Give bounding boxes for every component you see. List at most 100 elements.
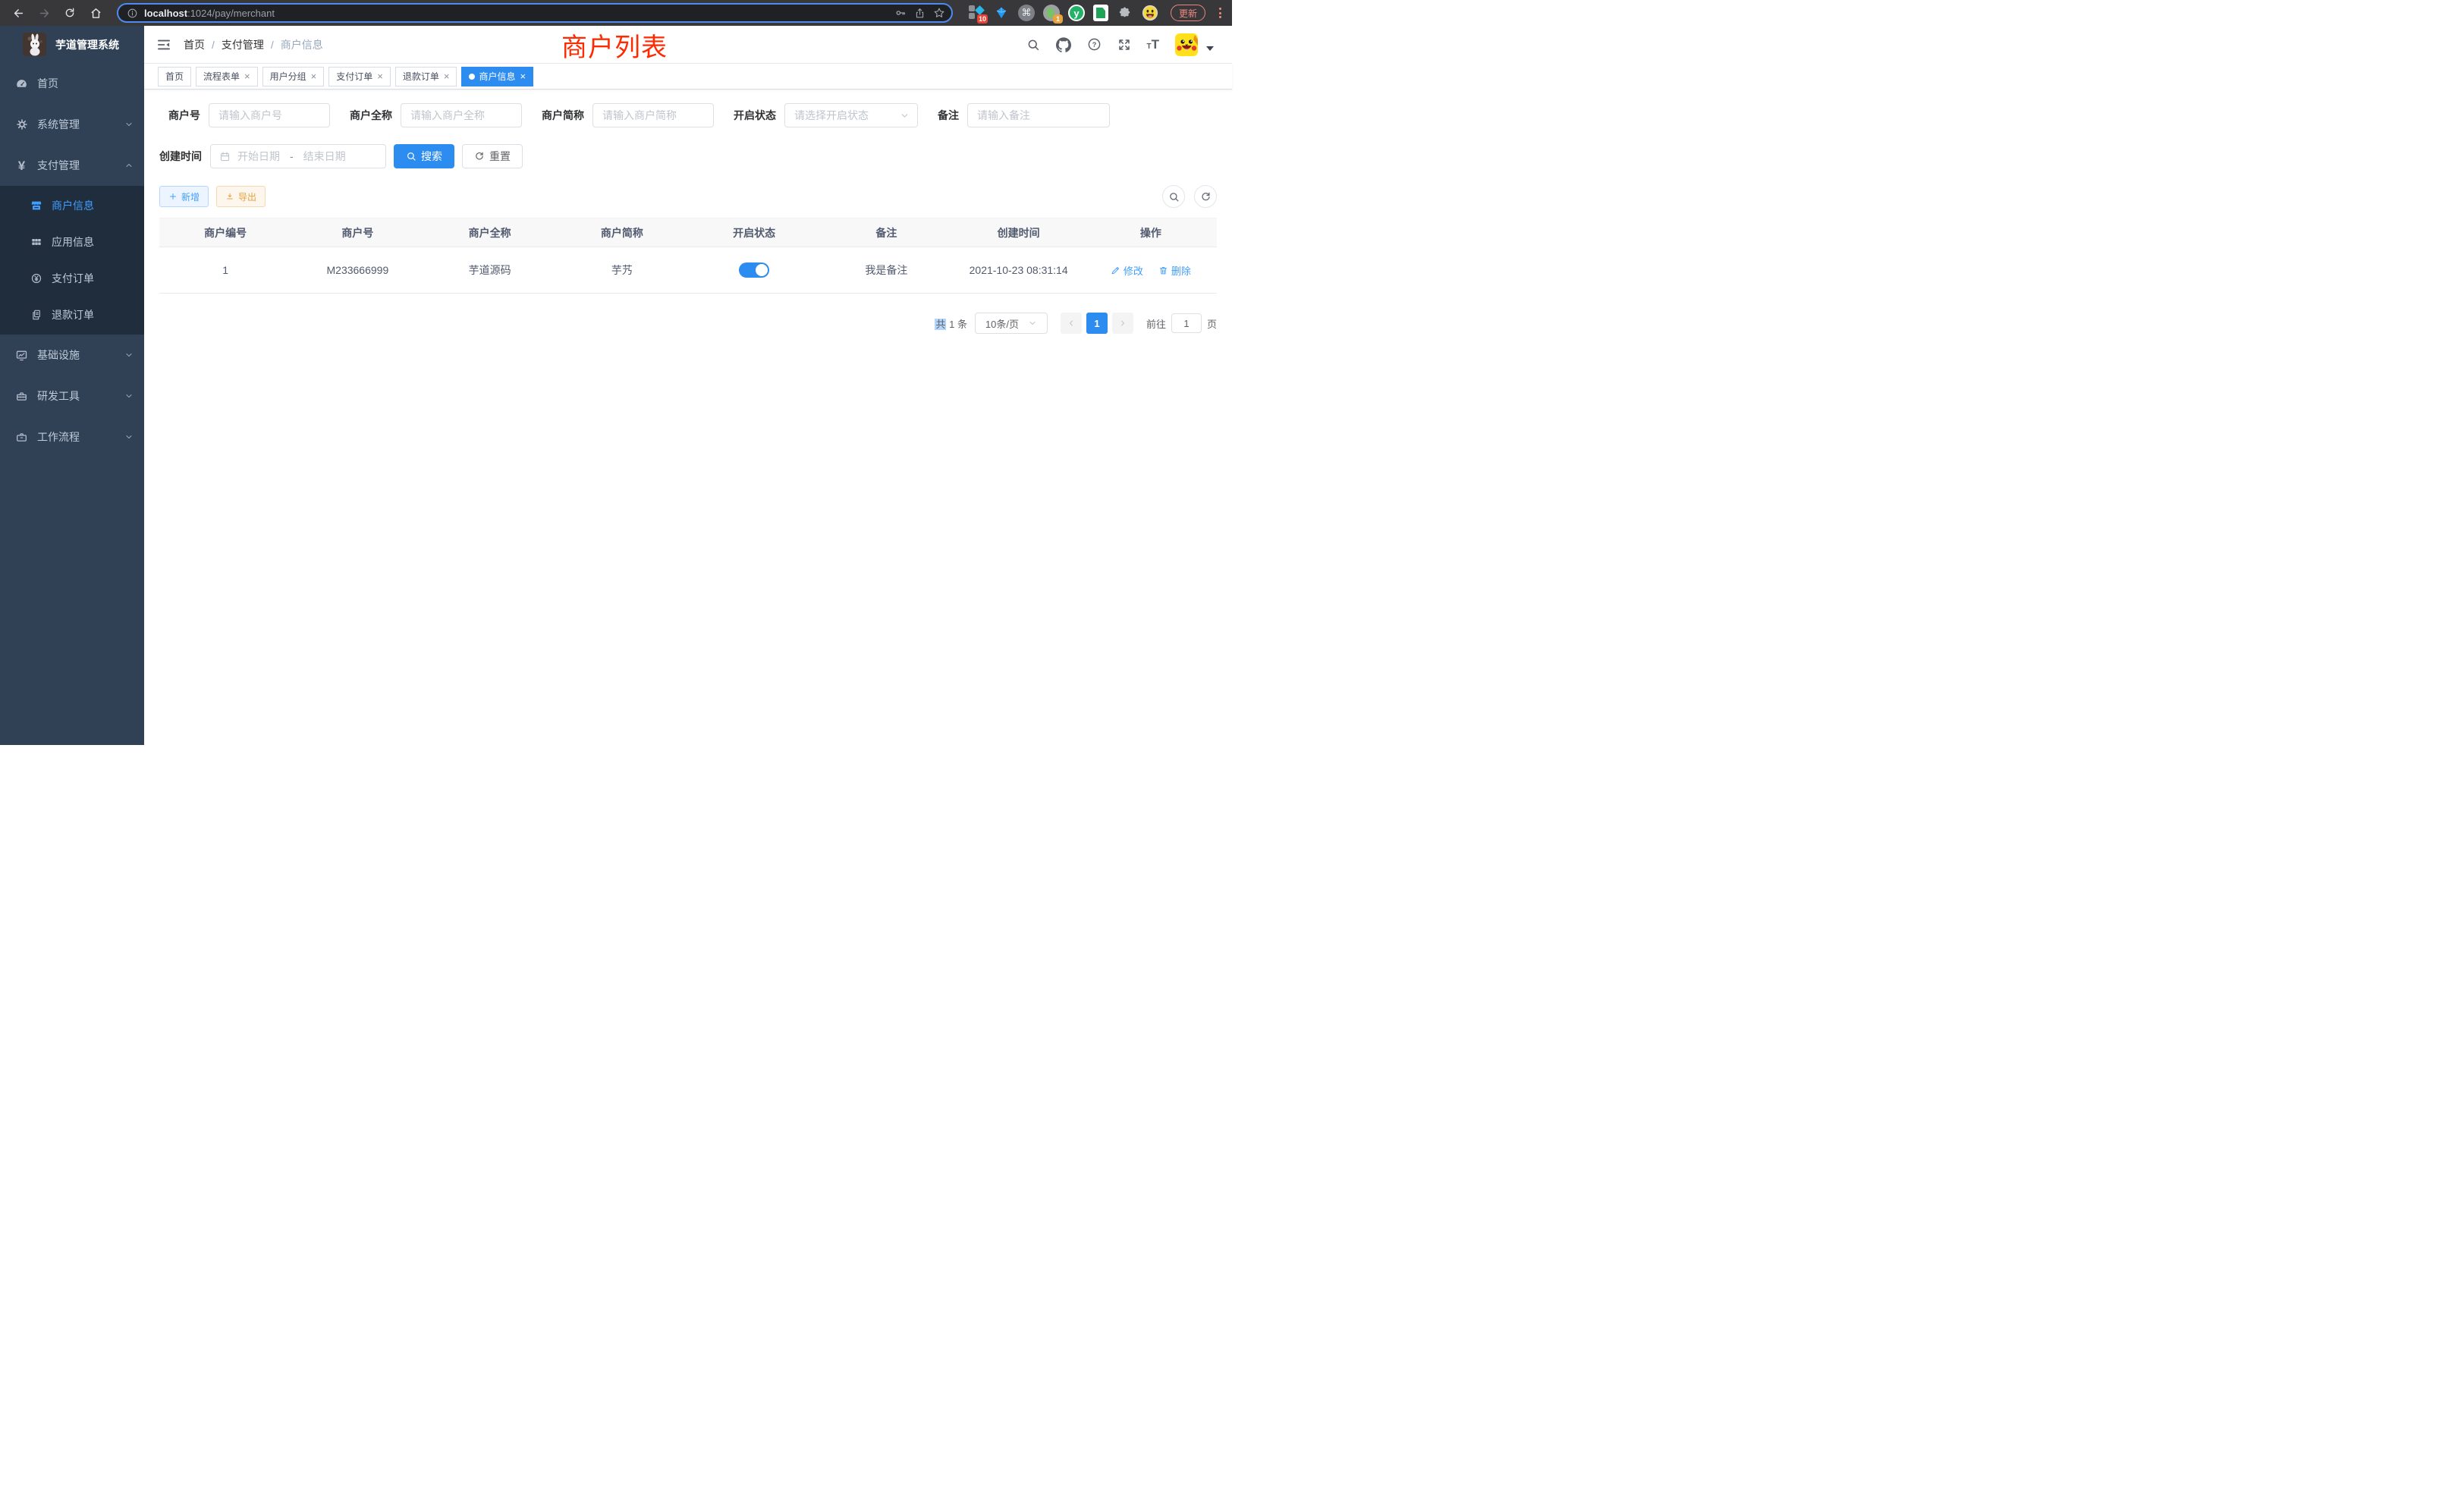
- tab-home[interactable]: 首页: [158, 67, 191, 86]
- top-navbar: 首页 / 支付管理 / 商户信息 商户列表 ? TT: [144, 26, 1232, 64]
- merchant-no-label: 商户号: [168, 108, 200, 123]
- browser-menu-icon[interactable]: [1216, 5, 1224, 21]
- col-short-name: 商户简称: [556, 218, 688, 247]
- user-avatar[interactable]: [1175, 33, 1198, 56]
- document-copy-icon: [30, 309, 42, 321]
- sidebar-item-infrastructure[interactable]: 基础设施: [0, 335, 144, 376]
- bookmark-star-icon[interactable]: [933, 7, 945, 19]
- toolbox-icon: [15, 390, 28, 403]
- refresh-table-button[interactable]: [1194, 185, 1217, 208]
- browser-chrome: localhost:1024/pay/merchant 10 ⌘ 1 y 更新: [0, 0, 1232, 26]
- tags-view: 首页 流程表单× 用户分组× 支付订单× 退款订单× 商户信息×: [144, 64, 1232, 90]
- monitor-chart-icon: [15, 349, 28, 362]
- chevron-down-icon: [124, 120, 134, 129]
- extension-notes-icon[interactable]: [1093, 5, 1108, 21]
- page-number-1[interactable]: 1: [1086, 313, 1108, 334]
- dashboard-icon: [15, 77, 28, 90]
- page-size-select[interactable]: 10条/页: [975, 313, 1048, 334]
- password-key-icon[interactable]: [894, 7, 907, 19]
- extension-command-icon[interactable]: ⌘: [1018, 5, 1035, 21]
- browser-update-button[interactable]: 更新: [1171, 5, 1205, 21]
- address-bar[interactable]: localhost:1024/pay/merchant: [117, 3, 953, 23]
- edit-link[interactable]: 修改: [1111, 263, 1143, 278]
- gear-icon: [15, 118, 28, 130]
- close-icon[interactable]: ×: [244, 71, 250, 82]
- browser-forward-button[interactable]: [33, 2, 55, 24]
- url-path: :1024/pay/merchant: [187, 8, 275, 19]
- sidebar-item-merchant-info[interactable]: 商户信息: [0, 187, 144, 224]
- search-icon[interactable]: [1026, 38, 1040, 52]
- tab-refund-order[interactable]: 退款订单×: [395, 67, 457, 86]
- full-name-input[interactable]: [401, 103, 522, 127]
- search-button[interactable]: 搜索: [394, 144, 454, 168]
- sidebar-item-label: 首页: [37, 76, 58, 91]
- logo[interactable]: 芋道管理系统: [0, 26, 144, 63]
- extension-gem-icon[interactable]: [993, 5, 1010, 21]
- share-icon[interactable]: [914, 8, 926, 19]
- remark-label: 备注: [938, 108, 959, 123]
- table-row: 1 M233666999 芋道源码 芋艿 我是备注 2021-10-23 08:…: [159, 247, 1217, 294]
- next-page-button[interactable]: [1112, 313, 1133, 334]
- extension-badge: 1: [1053, 14, 1063, 24]
- col-remark: 备注: [820, 218, 952, 247]
- breadcrumb-home[interactable]: 首页: [184, 37, 205, 52]
- pagination: 共 1 条 10条/页 1 前往 页: [159, 313, 1217, 334]
- reset-button[interactable]: 重置: [462, 144, 523, 168]
- page-content: 商户号 商户全称 商户简称 开启状态 请选择开启状态: [144, 90, 1232, 745]
- export-button[interactable]: 导出: [216, 186, 266, 207]
- extensions-area: 10 ⌘ 1 y: [968, 5, 1158, 21]
- add-button[interactable]: 新增: [159, 186, 209, 207]
- delete-link[interactable]: 删除: [1158, 263, 1191, 278]
- sidebar-item-app-info[interactable]: 应用信息: [0, 224, 144, 260]
- extension-y-icon[interactable]: y: [1068, 5, 1085, 21]
- tab-user-group[interactable]: 用户分组×: [262, 67, 325, 86]
- close-icon[interactable]: ×: [444, 71, 450, 82]
- browser-reload-button[interactable]: [59, 2, 80, 24]
- goto-label: 前往: [1146, 316, 1166, 331]
- browser-home-button[interactable]: [85, 2, 106, 24]
- show-search-toggle-button[interactable]: [1162, 185, 1185, 208]
- github-icon[interactable]: [1056, 37, 1071, 52]
- goto-page-input[interactable]: [1171, 313, 1202, 333]
- status-label: 开启状态: [734, 108, 776, 123]
- prev-page-button[interactable]: [1061, 313, 1082, 334]
- sidebar-item-label: 工作流程: [37, 429, 80, 445]
- sidebar-collapse-icon[interactable]: [156, 37, 171, 52]
- date-range-picker[interactable]: 开始日期 - 结束日期: [210, 144, 386, 168]
- sidebar-item-pay-order[interactable]: 支付订单: [0, 260, 144, 297]
- status-select[interactable]: 请选择开启状态: [784, 103, 918, 127]
- close-icon[interactable]: ×: [377, 71, 383, 82]
- close-icon[interactable]: ×: [520, 71, 526, 82]
- fullscreen-icon[interactable]: [1117, 38, 1131, 52]
- short-name-input[interactable]: [592, 103, 714, 127]
- tab-process-form[interactable]: 流程表单×: [196, 67, 258, 86]
- font-size-icon[interactable]: TT: [1147, 38, 1160, 51]
- profile-avatar[interactable]: [1142, 5, 1158, 21]
- merchant-no-input[interactable]: [209, 103, 330, 127]
- avatar-caret-down-icon[interactable]: [1206, 46, 1214, 51]
- status-toggle[interactable]: [739, 262, 769, 278]
- sidebar-item-label: 系统管理: [37, 117, 80, 132]
- tab-pay-order[interactable]: 支付订单×: [328, 67, 391, 86]
- extension-tabs-icon[interactable]: 10: [968, 5, 985, 21]
- active-dot: [469, 74, 475, 80]
- sidebar-item-payment[interactable]: ¥ 支付管理: [0, 145, 144, 186]
- sidebar-item-dev-tools[interactable]: 研发工具: [0, 376, 144, 417]
- extension-session-icon[interactable]: 1: [1043, 5, 1060, 21]
- sidebar-item-refund-order[interactable]: 退款订单: [0, 297, 144, 333]
- sidebar-item-system[interactable]: 系统管理: [0, 104, 144, 145]
- col-merchant-no: 商户号: [291, 218, 423, 247]
- remark-input[interactable]: [967, 103, 1110, 127]
- briefcase-icon: [15, 431, 28, 444]
- start-date-placeholder: 开始日期: [237, 149, 280, 164]
- browser-back-button[interactable]: [8, 2, 29, 24]
- sidebar-item-workflow[interactable]: 工作流程: [0, 417, 144, 457]
- url-text: localhost:1024/pay/merchant: [144, 8, 894, 19]
- extensions-puzzle-icon[interactable]: [1117, 5, 1133, 21]
- sidebar-item-label: 商户信息: [52, 198, 94, 213]
- tab-merchant-info[interactable]: 商户信息×: [461, 67, 533, 86]
- sidebar-item-home[interactable]: 首页: [0, 63, 144, 104]
- close-icon[interactable]: ×: [311, 71, 317, 82]
- site-info-icon[interactable]: [124, 5, 140, 20]
- help-icon[interactable]: ?: [1087, 37, 1102, 52]
